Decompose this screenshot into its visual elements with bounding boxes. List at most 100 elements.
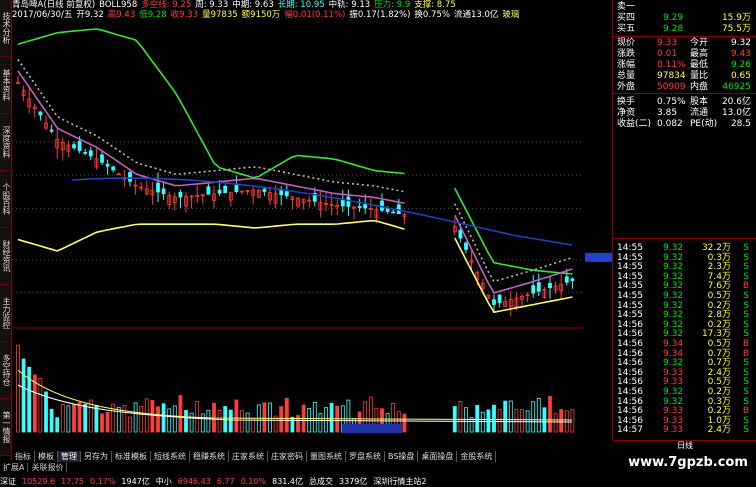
tick-side: S [743, 243, 749, 253]
tick-price: 9.33 [663, 406, 684, 417]
stat-row: 现价 9.33 今开 9.32 [615, 38, 755, 49]
indicator-tab[interactable]: 另存为 [81, 451, 112, 462]
volume-bar [570, 409, 575, 433]
stat-label: 外盘 [617, 82, 636, 92]
stat-row: 外盘 50909 内盘 46925 [615, 82, 755, 93]
ohlc-value: 收9.33 [170, 10, 199, 20]
indicator-tab[interactable]: 桌面操盘 [418, 451, 458, 462]
tick-side: S [743, 300, 749, 311]
tick-volume: 2.8万 [707, 310, 731, 321]
tick-row: 14:55 9.32 0.3万 S [615, 253, 755, 263]
candle-body [531, 285, 536, 294]
volume-bar [318, 413, 323, 433]
indicator-tab[interactable]: 模板 [35, 451, 58, 462]
candle-body [100, 154, 104, 163]
status-value: 总成交 [309, 477, 334, 486]
volume-bar [156, 406, 160, 433]
volume-bar [206, 409, 211, 433]
indicator-tab[interactable]: 罗盘系统 [346, 451, 385, 462]
status-value: 0.10% [240, 477, 267, 486]
volume-bar [94, 404, 99, 433]
side-tab[interactable]: 深度资料 [0, 114, 11, 171]
side-tab[interactable]: 主力监控 [0, 285, 11, 342]
side-tab[interactable]: 技术分析 [0, 0, 11, 57]
current-price-box [585, 252, 612, 262]
candle-body [464, 242, 468, 250]
stat-label: 换手 [617, 97, 636, 107]
volume-bar [100, 413, 104, 433]
tick-price: 9.33 [663, 377, 684, 388]
side-tab[interactable]: 个股百科 [0, 171, 11, 228]
indicator-tab[interactable]: 标准模板 [112, 451, 151, 462]
volume-bar [16, 344, 20, 433]
indicator-value: 周: 9.33 [195, 0, 229, 10]
stat-label: 今开 [690, 38, 709, 48]
stat-label: 最高 [690, 49, 709, 59]
tick-row: 14:56 9.32 0.7万 S [615, 358, 755, 368]
candle-body [340, 199, 345, 207]
quote-panel: 卖一 买四 9.29 15.9万 买五 9.28 75.5万 现价 9.33 今开 9.32 涨跌 0.… [612, 0, 756, 450]
indicator-tab[interactable]: 量图系统 [307, 451, 346, 462]
candle-body [217, 189, 222, 194]
indicator-tab[interactable]: 庄家密码 [268, 451, 307, 462]
stat-label: 现价 [617, 38, 636, 48]
tick-time: 14:56 [617, 377, 643, 388]
status-value: 831.4亿 [272, 477, 304, 486]
tick-price: 9.32 [663, 310, 684, 321]
indicator-tab[interactable]: 庄家系统 [229, 451, 268, 462]
volume-bar [492, 404, 496, 433]
tick-price: 9.32 [663, 252, 684, 263]
extension-tab[interactable]: 关联报价 [28, 463, 68, 472]
volume-bar [262, 402, 267, 433]
tick-time: 14:55 [617, 300, 643, 311]
tick-side: S [743, 396, 749, 407]
tick-side: S [743, 252, 749, 263]
boll-upper-line [17, 28, 573, 275]
tick-volume: 2.4万 [707, 425, 731, 436]
side-tab[interactable]: 多空持仓 [0, 342, 11, 399]
kline-chart[interactable] [12, 20, 584, 440]
stat-value: 0.01 [657, 49, 678, 59]
tick-price: 9.32 [663, 329, 684, 340]
tick-row: 14:56 9.33 1.0万 S [615, 416, 755, 426]
indicator-tab[interactable]: BS操盘 [385, 451, 419, 462]
volume-bar [553, 413, 558, 433]
tick-side: B [742, 348, 749, 359]
stat-label: 涨幅 [617, 60, 636, 70]
volume-bar [531, 401, 536, 433]
side-tab[interactable]: 第一情报 [0, 399, 11, 456]
candle-body [234, 184, 239, 192]
indicator-tab[interactable]: 管理 [58, 451, 81, 462]
tick-price: 9.34 [663, 348, 684, 359]
tick-row: 14:55 9.32 7.6万 B [615, 281, 755, 291]
volume-bar [60, 404, 65, 433]
candle-body [77, 140, 82, 151]
tick-volume: 7.4万 [707, 271, 731, 282]
side-tab[interactable]: 财经资讯 [0, 228, 11, 285]
indicator-tab[interactable]: 短线系统 [151, 451, 190, 462]
volume-bar [480, 411, 485, 433]
tick-price: 9.33 [663, 425, 684, 436]
tick-volume: 0.2万 [707, 387, 731, 397]
tick-volume: 0.7万 [707, 358, 731, 369]
tick-volume: 2.4万 [707, 367, 731, 378]
indicator-value: 青岛啤A(日线 前复权) [12, 0, 96, 10]
tick-price: 9.32 [663, 319, 684, 330]
tick-price: 9.32 [663, 271, 684, 282]
indicator-value: 长期: 10.95 [277, 0, 325, 10]
indicator-tab[interactable]: 稳赚系统 [190, 451, 229, 462]
extension-tab[interactable]: 扩展A [0, 463, 29, 472]
tick-time: 14:55 [617, 271, 643, 282]
stat-value: 9.33 [657, 38, 678, 48]
ohlc-value: 幅0.01(0.11%) [284, 10, 346, 20]
indicator-tab[interactable]: 金股系统 [457, 451, 497, 462]
divider [613, 238, 756, 239]
candle-body [458, 229, 463, 239]
volume-bar [133, 402, 138, 433]
stat-row: 换手 0.75% 股本 20.6亿 [615, 97, 755, 108]
left-tab-strip: 技术分析 基本资料 深度资料 个股百科 财经资讯 主力监控 多空持仓 第一情报 [0, 0, 12, 460]
tick-side: S [743, 358, 749, 369]
indicator-tab[interactable]: 指标 [12, 451, 35, 462]
side-tab[interactable]: 基本资料 [0, 57, 11, 114]
order-book-row: 买五 9.28 75.5万 [615, 24, 755, 35]
